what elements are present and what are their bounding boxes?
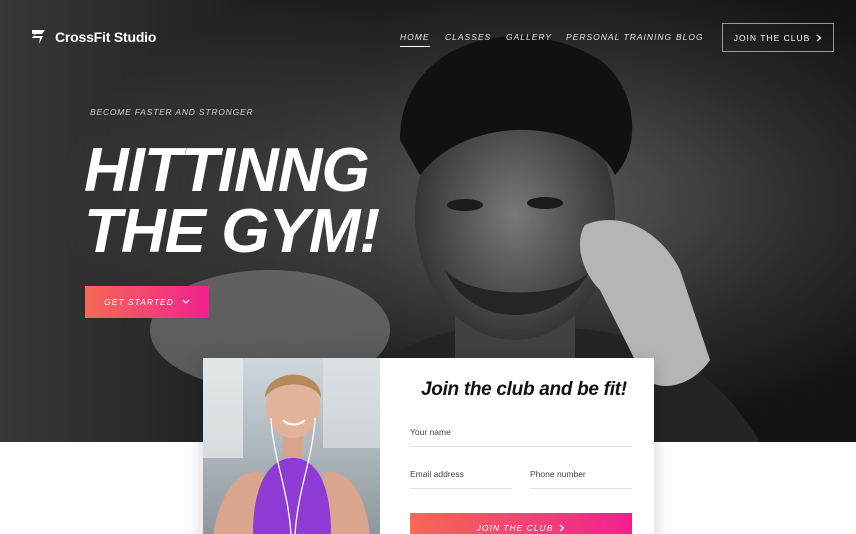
hero-headline-line1: HITTINNG xyxy=(84,136,370,205)
phone-field-wrapper xyxy=(530,469,632,489)
hero-eyebrow: BECOME FASTER AND STRONGER xyxy=(90,107,254,117)
signup-title: Join the club and be fit! xyxy=(421,379,627,400)
nav-item-home[interactable]: HOME xyxy=(400,32,430,47)
get-started-label: GET STARTED xyxy=(104,297,174,307)
join-club-header-button[interactable]: JOIN THE CLUB xyxy=(722,23,834,52)
nav-item-personal-training[interactable]: PERSONAL TRAINING xyxy=(566,32,672,42)
chevron-right-icon xyxy=(559,524,565,532)
name-input[interactable] xyxy=(410,427,632,437)
phone-input[interactable] xyxy=(530,469,632,479)
get-started-button[interactable]: GET STARTED xyxy=(85,286,209,318)
chevron-right-icon xyxy=(816,34,822,41)
nav-item-gallery[interactable]: GALLERY xyxy=(506,32,552,42)
signup-card: Join the club and be fit! JOIN THE CLUB xyxy=(203,358,654,534)
brand-name: CrossFit Studio xyxy=(55,29,157,45)
email-input[interactable] xyxy=(410,469,512,479)
join-club-header-label: JOIN THE CLUB xyxy=(733,32,811,43)
nav-item-classes[interactable]: CLASSES xyxy=(445,32,491,42)
chevron-down-icon xyxy=(182,299,190,304)
join-club-submit-label: JOIN THE CLUB xyxy=(476,523,554,533)
hero-headline-line2: THE GYM! xyxy=(84,197,380,266)
athlete-photo xyxy=(203,358,380,534)
email-field-wrapper xyxy=(410,469,512,489)
brand-logo[interactable]: CrossFit Studio xyxy=(30,29,156,45)
join-club-submit-button[interactable]: JOIN THE CLUB xyxy=(410,513,632,534)
nav-item-blog[interactable]: BLOG xyxy=(676,32,704,42)
name-field-wrapper xyxy=(410,427,632,447)
hero-headline: HITTINNG THE GYM! xyxy=(84,136,380,266)
lightning-logo-icon xyxy=(32,30,45,44)
